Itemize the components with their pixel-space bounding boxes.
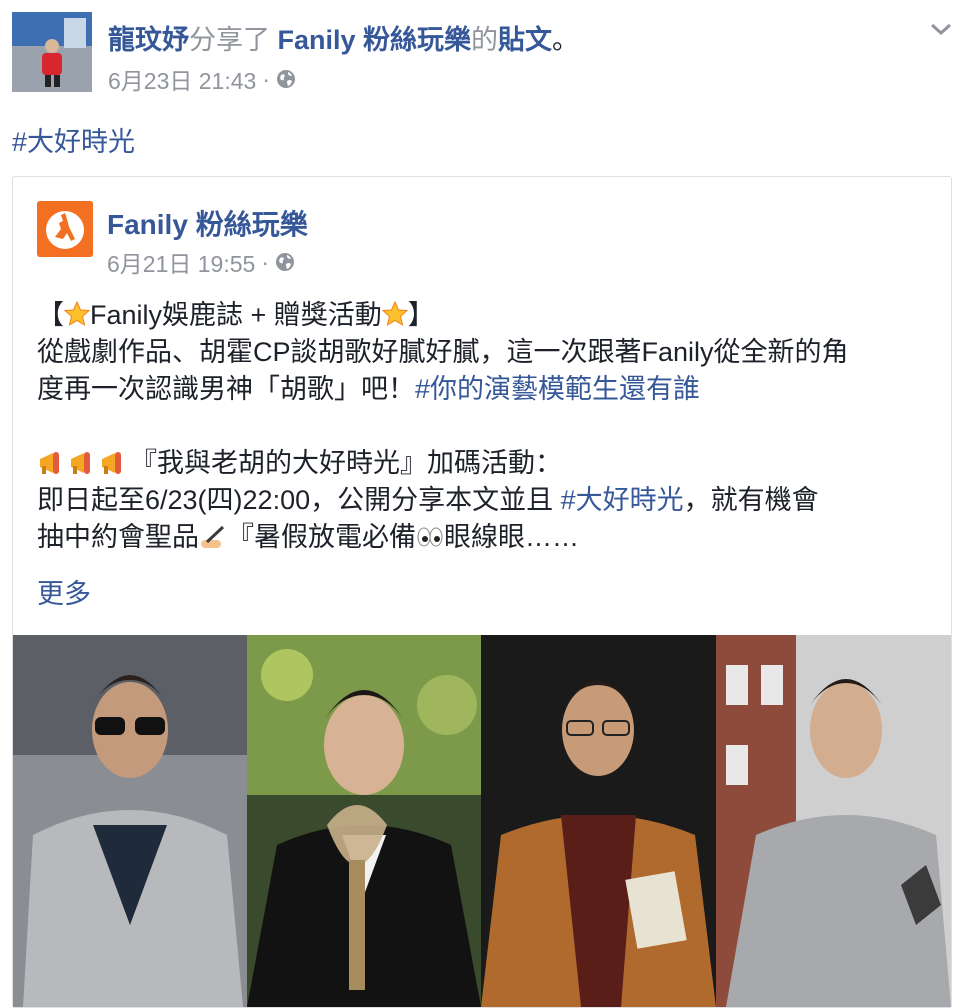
photo-3[interactable]: [481, 635, 716, 1007]
body-line-2: 從戲劇作品、胡霍CP談胡歌好膩好膩，這一次跟著Fanily從全新的角: [37, 337, 849, 367]
megaphone-emoji: [40, 452, 59, 474]
post-timestamp[interactable]: 6月23日 21:43: [108, 62, 256, 96]
see-more-link[interactable]: 更多: [37, 572, 91, 611]
body-line-7: 抽中約會聖品 『暑假放電必備 眼線眼……: [37, 522, 579, 552]
hashtag-link[interactable]: #大好時光: [561, 485, 684, 515]
meta-separator: ·: [261, 248, 269, 275]
megaphone-emoji: [71, 452, 90, 474]
shared-verb: 分享了: [189, 25, 270, 55]
shared-post-body: 【Fanily娛鹿誌 + 贈獎活動】 從戲劇作品、胡霍CP談胡歌好膩好膩，這一次…: [37, 297, 927, 556]
star-emoji: [381, 301, 408, 327]
globe-icon[interactable]: [275, 252, 295, 272]
photo-collage[interactable]: [13, 635, 951, 1007]
body-line-5: 『我與老胡的大好時光』加碼活動：: [37, 445, 927, 482]
post-header: 龍玟妤分享了 Fanily 粉絲玩樂的貼文。: [108, 18, 579, 57]
post-hashtag-link[interactable]: #大好時光: [12, 120, 135, 159]
author-name-link[interactable]: 龍玟妤: [108, 25, 189, 55]
photo-1[interactable]: [13, 635, 247, 1007]
shared-page-link[interactable]: Fanily 粉絲玩樂: [278, 25, 472, 55]
megaphone-emoji: [102, 452, 121, 474]
photo-4[interactable]: [716, 635, 951, 1007]
shared-suffix: 的: [471, 25, 499, 55]
chevron-down-icon[interactable]: [928, 18, 954, 40]
body-line-3: 度再一次認識男神「胡歌」吧！#你的演藝模範生還有誰: [37, 374, 701, 404]
photo-2[interactable]: [247, 635, 481, 1007]
author-avatar[interactable]: [12, 12, 92, 92]
shared-post-meta: 6月21日 19:55 ·: [107, 245, 295, 279]
feed-post: 龍玟妤分享了 Fanily 粉絲玩樂的貼文。 6月23日 21:43 · #大好…: [0, 0, 970, 1008]
shared-post-link[interactable]: 貼文: [498, 25, 552, 55]
body-line-1: 【Fanily娛鹿誌 + 贈獎活動】: [37, 300, 435, 330]
hashtag-link[interactable]: #你的演藝模範生還有誰: [415, 374, 700, 404]
eyes-emoji: [417, 527, 443, 547]
page-logo[interactable]: [37, 201, 93, 257]
meta-separator: ·: [262, 65, 270, 92]
shared-post-timestamp[interactable]: 6月21日 19:55: [107, 245, 255, 279]
globe-icon[interactable]: [276, 69, 296, 89]
body-line-6: 即日起至6/23(四)22:00，公開分享本文並且 #大好時光，就有機會: [37, 485, 819, 515]
shared-post-card: Fanily 粉絲玩樂 6月21日 19:55 · 【Fanily娛鹿誌 + 贈…: [12, 176, 952, 1008]
post-meta: 6月23日 21:43 ·: [108, 62, 296, 96]
period: 。: [552, 25, 580, 55]
star-emoji: [64, 301, 90, 327]
writing-hand-emoji: [201, 525, 225, 548]
page-name-link[interactable]: Fanily 粉絲玩樂: [107, 203, 308, 243]
